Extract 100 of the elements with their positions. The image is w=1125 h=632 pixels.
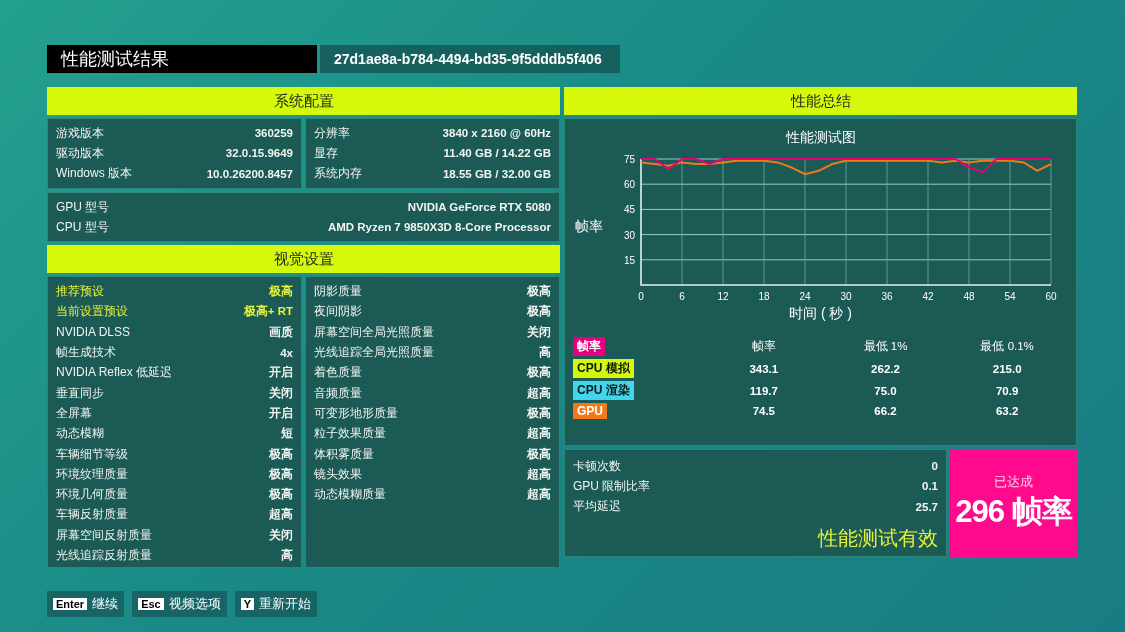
table-cell-text: 75.0 [873,384,898,397]
setting-value: 极高+ RT [243,304,293,320]
setting-value: 11.40 GB / 14.22 GB [443,147,551,160]
table-cell-text: 119.7 [748,384,779,397]
setting-label: 游戏版本 [56,124,104,142]
setting-value: 超高 [527,426,551,442]
achieved-value: 296 帧率 [955,493,1072,531]
key-hint[interactable]: Enter 继续 [47,591,125,618]
axis-tick-label: 18 [758,291,770,302]
axis-tick-label: 0 [638,291,644,302]
setting-label: 车辆细节等级 [56,445,128,463]
setting-label: 光线追踪反射质量 [56,547,152,564]
run-id: 27d1ae8a-b784-4494-bd35-9f5dddb5f406 [320,45,620,73]
table-cell-text: 63.2 [994,405,1020,417]
section-header: 视觉设置 [47,245,560,274]
axis-tick-label: 48 [963,291,975,302]
setting-label: NVIDIA DLSS [56,325,131,340]
setting-value: 极高 [269,487,293,503]
column-header: 帧率 [750,339,777,354]
setting-label: 着色质量 [314,364,362,382]
setting-label: GPU 型号 [56,198,110,216]
setting-label: 帧生成技术 [56,344,116,361]
legend-chip: CPU 模拟 [573,359,634,378]
hint-label: 视频选项 [168,595,221,614]
setting-label: 当前设置预设 [56,303,128,321]
setting-value: 4x [280,346,293,359]
setting-value: 超高 [527,466,551,482]
verdict-text: 性能测试有效 [818,526,938,551]
setting-value: 高 [281,548,293,563]
setting-value: AMD Ryzen 7 9850X3D 8-Core Processor [327,221,551,234]
stat-label: 平均延迟 [573,498,621,516]
legend-chip: GPU [573,403,607,419]
setting-label: CPU 型号 [56,218,109,236]
setting-label: 阴影质量 [314,283,362,301]
setting-label: 镜头效果 [314,465,362,483]
setting-value: 极高 [527,365,551,381]
setting-value: 开启 [269,405,293,421]
axis-tick-label: 24 [799,291,811,302]
key-cap: Y [240,598,255,611]
stat-value: 0 [931,460,938,473]
column-header: 最低 0.1% [979,339,1035,354]
setting-value: 关闭 [527,324,551,340]
hint-label: 重新开始 [259,595,312,614]
column-header: 最低 1% [862,339,909,354]
setting-label: 体积雾质量 [314,445,374,463]
stat-value: 0.1 [922,480,938,493]
axis-tick-label: 60 [1045,291,1057,302]
setting-label: 屏幕空间反射质量 [56,526,152,544]
axis-tick-label: 45 [623,204,635,216]
key-hint[interactable]: Y 重新开始 [234,591,318,618]
axis-label: 帧率 [575,218,604,236]
setting-value: 画质 [269,324,293,340]
setting-value: 32.0.15.9649 [225,147,293,160]
setting-value: 极高 [269,446,293,462]
setting-label: 垂直同步 [56,384,104,402]
table-cell-text: 262.2 [870,362,901,375]
setting-label: 推荐预设 [56,283,104,301]
table-cell-text: 215.0 [991,362,1023,375]
axis-tick-label: 12 [717,291,729,302]
axis-tick-label: 15 [623,254,635,266]
setting-value: 高 [539,345,551,360]
table-cell-text: 74.5 [751,405,776,417]
setting-label: 动态模糊 [56,425,104,443]
setting-value: 10.0.26200.8457 [206,167,293,180]
key-cap: Enter [53,598,88,611]
setting-value: 极高 [269,466,293,482]
setting-value: NVIDIA GeForce RTX 5080 [407,201,551,214]
setting-value: 开启 [269,365,293,381]
axis-tick-label: 54 [1004,291,1016,302]
setting-label: 系统内存 [314,165,362,183]
stat-label: 卡顿次数 [573,457,621,475]
setting-value: 18.55 GB / 32.00 GB [442,167,551,180]
setting-value: 极高 [527,405,551,421]
axis-label: 时间 ( 秒 ) [789,305,852,323]
axis-tick-label: 30 [840,291,852,302]
axis-tick-label: 30 [623,229,635,241]
stat-label: GPU 限制比率 [573,477,651,495]
setting-value: 超高 [527,487,551,503]
setting-value: 360259 [254,127,293,140]
table-cell-text: 70.9 [994,384,1020,397]
axis-tick-label: 6 [679,291,685,302]
table-cell-text: 66.2 [873,405,898,417]
page-title: 性能测试结果 [47,45,317,73]
chart-title: 性能测试图 [785,129,856,147]
setting-label: 车辆反射质量 [56,506,128,524]
table-cell-text: 343.1 [748,362,780,375]
setting-value: 短 [281,426,293,442]
setting-label: 环境纹理质量 [56,465,128,483]
legend-chip: CPU 渲染 [573,381,634,400]
axis-tick-label: 36 [881,291,893,302]
axis-tick-label: 42 [922,291,934,302]
setting-label: 环境几何质量 [56,486,128,504]
setting-label: NVIDIA Reflex 低延迟 [56,364,173,382]
setting-value: 极高 [527,446,551,462]
section-header: 性能总结 [564,87,1077,115]
legend-chip: 帧率 [573,337,605,356]
setting-label: 粒子效果质量 [314,425,386,443]
key-hint[interactable]: Esc 视频选项 [132,591,227,618]
setting-label: 全屏幕 [56,404,92,422]
setting-label: 驱动版本 [56,144,104,162]
